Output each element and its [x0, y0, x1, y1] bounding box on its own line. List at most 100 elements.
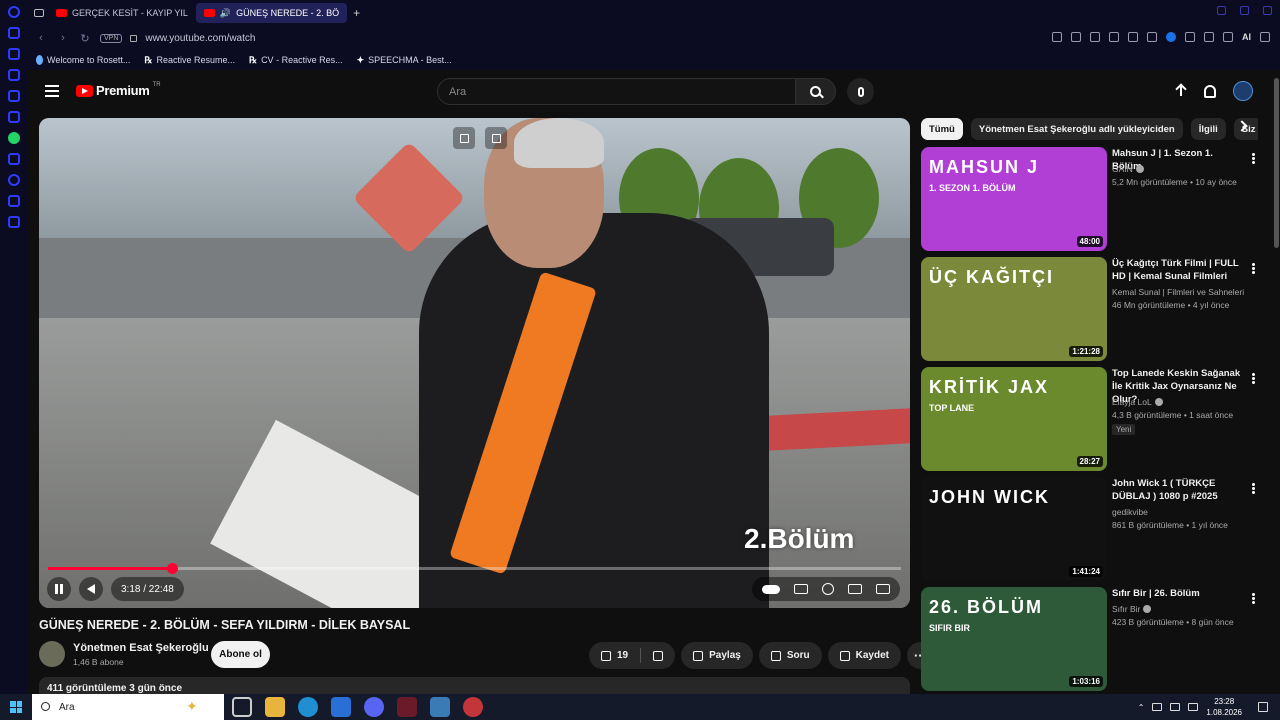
upload-icon[interactable] [1175, 84, 1187, 98]
popout-button[interactable] [453, 127, 475, 149]
opera-gx-icon[interactable] [397, 697, 417, 717]
ask-button[interactable]: Soru [758, 642, 822, 669]
heart-icon[interactable] [1128, 32, 1138, 42]
screenshot-icon[interactable] [1071, 32, 1081, 42]
recommendation-title[interactable]: Sıfır Bir | 26. Bölüm [1112, 587, 1244, 600]
youtube-logo[interactable]: Premium TR [76, 82, 161, 98]
sidebar-app-icon[interactable] [8, 48, 20, 60]
channel-name[interactable]: Yönetmen Esat Şekeroğlu [73, 642, 209, 654]
search-input[interactable]: Ara [437, 78, 796, 105]
sidebar-app-icon[interactable] [8, 111, 20, 123]
recommendation-channel[interactable]: gedikvibe [1112, 507, 1148, 517]
file-explorer-icon[interactable] [265, 697, 285, 717]
share-button[interactable]: Paylaş [681, 642, 753, 669]
sidebar-app-icon[interactable] [8, 216, 20, 228]
play-icon[interactable] [1109, 32, 1119, 42]
subtitles-icon[interactable] [794, 584, 808, 594]
video-thumbnail[interactable]: MAHSUN J 1. SEZON 1. BÖLÜM 48:00 [921, 147, 1107, 251]
ai-button[interactable]: AI [1242, 32, 1251, 42]
more-options-icon[interactable] [1252, 483, 1255, 494]
more-options-icon[interactable] [1252, 153, 1255, 164]
url-field[interactable]: www.youtube.com/watch [145, 33, 255, 44]
back-icon[interactable]: ‹ [34, 32, 48, 44]
tab-overview-icon[interactable] [34, 9, 44, 17]
pin-icon[interactable] [1052, 32, 1062, 42]
scrubber-handle[interactable] [166, 563, 178, 574]
recommendation-card[interactable]: JOHN WICK 1:41:24 John Wick 1 ( TÜRKÇE DÜB… [921, 477, 1261, 581]
recommendation-card[interactable]: MAHSUN J 1. SEZON 1. BÖLÜM 48:00 Mahsun J |… [921, 147, 1261, 251]
browser-logo-icon[interactable] [8, 6, 20, 18]
bookmark-item[interactable]: Welcome to Rosett... [36, 55, 130, 65]
chip-for-you[interactable]: Siz [1233, 118, 1258, 140]
settings-gear-icon[interactable] [822, 583, 834, 595]
recommendation-channel[interactable]: GAİN [1112, 164, 1144, 174]
scrollbar-thumb[interactable] [1274, 78, 1279, 248]
wallet-icon[interactable] [1204, 32, 1214, 42]
video-player[interactable]: 2.Bölüm 3:18 / 22:48 [39, 118, 910, 608]
forward-icon[interactable]: › [56, 32, 70, 44]
recommendation-card[interactable]: 26. BÖLÜM SIFIR BIR 1:03:16 Sıfır Bir | 26.… [921, 587, 1261, 691]
whatsapp-icon[interactable] [8, 132, 20, 144]
video-thumbnail[interactable]: ÜÇ KAĞITÇI 1:21:28 [921, 257, 1107, 361]
sidebar-app-icon[interactable] [8, 69, 20, 81]
next-button[interactable] [485, 127, 507, 149]
dislike-button[interactable] [641, 642, 675, 669]
fullscreen-icon[interactable] [876, 584, 890, 594]
minimize-button[interactable] [1217, 6, 1226, 15]
sidebar-app-icon[interactable] [8, 27, 20, 39]
like-button[interactable]: 19 [589, 642, 640, 669]
extension-icon[interactable] [1166, 32, 1176, 42]
channel-avatar[interactable] [39, 641, 65, 667]
tab-gercek-kesit[interactable]: GERÇEK KESİT - KAYIP YIL [48, 3, 196, 23]
volume-icon[interactable] [1188, 703, 1199, 711]
chip-from-uploader[interactable]: Yönetmen Esat Şekeroğlu adlı yükleyicide… [970, 118, 1183, 140]
maximize-button[interactable] [1240, 6, 1249, 15]
search-button[interactable] [795, 78, 836, 105]
voice-search-button[interactable] [847, 78, 874, 105]
account-avatar[interactable] [1233, 81, 1253, 101]
bookmark-item[interactable]: ℞ CV - Reactive Res... [249, 55, 343, 66]
more-options-icon[interactable] [1252, 373, 1255, 384]
task-view-icon[interactable] [232, 697, 252, 717]
recommendation-channel[interactable]: Kemal Sunal | Filmleri ve Sahneleri [1112, 287, 1244, 297]
more-options-icon[interactable] [1252, 593, 1255, 604]
chip-related[interactable]: İlgili [1190, 118, 1226, 140]
settings-icon[interactable] [1147, 32, 1157, 42]
menu-icon[interactable] [1260, 32, 1270, 42]
guide-menu-icon[interactable] [45, 85, 59, 97]
recommendation-card[interactable]: KRİTİK JAX TOP LANE 28:27 Top Lanede Keskin… [921, 367, 1261, 471]
battery-icon[interactable] [1170, 703, 1181, 711]
start-button[interactable] [10, 701, 22, 713]
reload-icon[interactable]: ↻ [78, 32, 92, 45]
recommendation-title[interactable]: Üç Kağıtçı Türk Filmi | FULL HD | Kemal … [1112, 257, 1244, 283]
pause-button[interactable] [47, 577, 71, 601]
page-scrollbar[interactable] [1273, 70, 1280, 694]
notification-icon[interactable] [1258, 702, 1268, 712]
notifications-icon[interactable] [1204, 84, 1216, 98]
recommendation-channel[interactable]: Sıfır Bir [1112, 604, 1152, 614]
autoplay-toggle[interactable] [762, 584, 780, 594]
video-thumbnail[interactable]: KRİTİK JAX TOP LANE 28:27 [921, 367, 1107, 471]
vpn-badge[interactable]: VPN [100, 33, 123, 43]
new-tab-button[interactable]: + [347, 6, 366, 20]
sidebar-app-icon[interactable] [8, 174, 20, 186]
edge-icon[interactable] [298, 697, 318, 717]
recommendation-card[interactable]: ÜÇ KAĞITÇI 1:21:28 Üç Kağıtçı Türk Filmi |… [921, 257, 1261, 361]
app-icon[interactable] [430, 697, 450, 717]
video-thumbnail[interactable]: 26. BÖLÜM SIFIR BIR 1:03:16 [921, 587, 1107, 691]
puzzle-icon[interactable] [1185, 32, 1195, 42]
save-button[interactable]: Kaydet [827, 642, 901, 669]
chevron-up-icon[interactable]: ⌃ [1138, 703, 1145, 712]
volume-button[interactable] [79, 577, 103, 601]
bookmark-item[interactable]: ℞ Reactive Resume... [144, 55, 235, 66]
mail-icon[interactable] [331, 697, 351, 717]
bookmark-item[interactable]: ✦ SPEECHMA - Best... [357, 55, 452, 66]
subscribe-button[interactable]: Abone ol [211, 641, 270, 668]
more-options-icon[interactable] [1252, 263, 1255, 274]
recommendation-channel[interactable]: Elayja LoL [1112, 397, 1163, 407]
recommendation-title[interactable]: John Wick 1 ( TÜRKÇE DÜBLAJ ) 1080 p #20… [1112, 477, 1244, 503]
progress-bar[interactable] [48, 563, 901, 574]
sidebar-app-icon[interactable] [8, 90, 20, 102]
video-thumbnail[interactable]: JOHN WICK 1:41:24 [921, 477, 1107, 581]
chip-all[interactable]: Tümü [921, 118, 963, 140]
